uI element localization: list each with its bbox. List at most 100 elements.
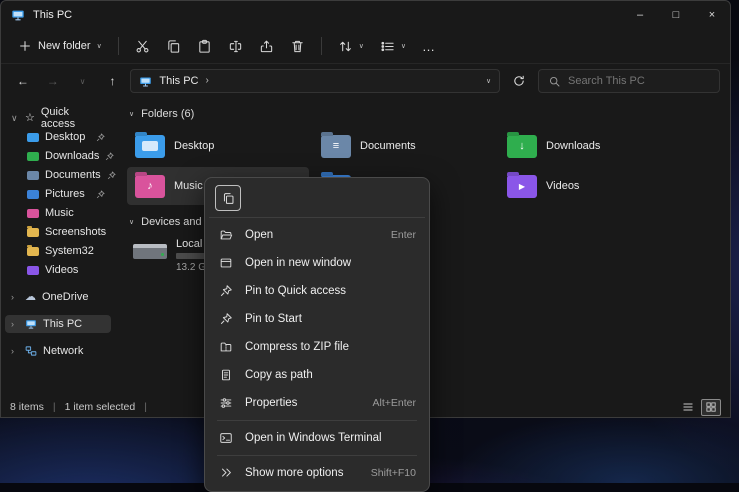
menu-item-label: Open in Windows Terminal <box>245 432 382 444</box>
view-button[interactable]: ∨ <box>373 34 413 59</box>
selection-count: 1 item selected <box>65 401 136 413</box>
copy-quick-button[interactable] <box>215 185 241 211</box>
folder-tile-videos[interactable]: ▶ Videos <box>499 167 681 205</box>
sidebar-item-screenshots[interactable]: Screenshots <box>5 223 111 241</box>
breadcrumb-chevron-icon[interactable]: › <box>206 76 209 86</box>
this-pc-icon <box>25 318 37 330</box>
details-view-button[interactable] <box>678 399 698 416</box>
pin-icon <box>96 190 105 199</box>
documents-icon <box>27 171 39 180</box>
title-bar: This PC – □ × <box>1 1 730 29</box>
sidebar-item-label: Documents <box>45 169 101 181</box>
command-bar: New folder ∨ ∨ ∨ … <box>1 29 730 64</box>
documents-folder-icon: ≡ <box>321 135 351 158</box>
up-button[interactable]: ↑ <box>101 69 125 93</box>
folder-icon <box>27 228 39 237</box>
recent-locations-button[interactable]: ∨ <box>71 69 95 93</box>
terminal-icon <box>218 431 234 445</box>
copy-path-icon <box>218 368 234 382</box>
menu-item-label: Copy as path <box>245 369 313 381</box>
copy-button[interactable] <box>159 34 188 59</box>
downloads-icon <box>27 152 39 161</box>
sidebar-item-system32[interactable]: System32 <box>5 242 111 260</box>
status-divider: | <box>53 401 56 413</box>
menu-item-copy-as-path[interactable]: Copy as path <box>209 361 425 389</box>
close-button[interactable]: × <box>694 1 730 29</box>
search-bar[interactable] <box>538 69 720 93</box>
menu-item-label: Open <box>245 229 273 241</box>
music-folder-icon: ♪ <box>135 175 165 198</box>
pin-icon <box>218 312 234 326</box>
sidebar-item-onedrive[interactable]: › ☁ OneDrive <box>5 288 111 306</box>
chevron-right-icon[interactable]: › <box>11 292 19 302</box>
sidebar-item-label: Desktop <box>45 131 85 143</box>
new-folder-button[interactable]: New folder ∨ <box>11 34 109 58</box>
maximize-button[interactable]: □ <box>658 1 694 29</box>
rename-button[interactable] <box>221 34 250 59</box>
paste-button[interactable] <box>190 34 219 59</box>
menu-item-compress-zip[interactable]: Compress to ZIP file <box>209 333 425 361</box>
menu-item-open-windows-terminal[interactable]: Open in Windows Terminal <box>209 424 425 452</box>
search-icon <box>548 75 561 88</box>
large-icons-view-button[interactable] <box>701 399 721 416</box>
sidebar-item-this-pc[interactable]: › This PC <box>5 315 111 333</box>
context-menu: Open Enter Open in new window Pin to Qui… <box>204 177 430 492</box>
sidebar-item-music[interactable]: Music <box>5 204 111 222</box>
tile-label: Downloads <box>546 140 600 152</box>
sidebar-item-documents[interactable]: Documents <box>5 166 111 184</box>
ellipsis-icon: … <box>422 39 436 54</box>
menu-item-open-new-window[interactable]: Open in new window <box>209 249 425 277</box>
sidebar-item-pictures[interactable]: Pictures <box>5 185 111 203</box>
hard-drive-icon <box>133 244 167 259</box>
item-count: 8 items <box>10 401 44 413</box>
navigation-pane: ∨ ☆ Quick access Desktop Downloads Docum… <box>1 98 115 397</box>
address-bar[interactable]: This PC › ∨ <box>130 69 500 93</box>
chevron-down-icon[interactable]: ∨ <box>129 219 134 226</box>
share-button[interactable] <box>252 34 281 59</box>
chevron-down-icon[interactable]: ∨ <box>129 111 134 118</box>
sidebar-item-network[interactable]: › Network <box>5 342 111 360</box>
minimize-button[interactable]: – <box>622 1 658 29</box>
status-divider: | <box>144 401 147 413</box>
navigation-bar: ← → ∨ ↑ This PC › ∨ <box>1 64 730 98</box>
folders-section-header[interactable]: ∨ Folders (6) <box>129 108 730 120</box>
trash-icon <box>290 39 305 54</box>
view-toggles <box>678 399 721 416</box>
menu-separator <box>217 420 417 421</box>
cloud-icon: ☁ <box>25 292 36 303</box>
delete-button[interactable] <box>283 34 312 59</box>
refresh-button[interactable] <box>506 69 532 93</box>
back-button[interactable]: ← <box>11 69 35 93</box>
menu-item-pin-quick-access[interactable]: Pin to Quick access <box>209 277 425 305</box>
chevron-down-icon: ∨ <box>97 43 102 50</box>
downloads-folder-icon: ↓ <box>507 135 537 158</box>
menu-item-properties[interactable]: Properties Alt+Enter <box>209 389 425 417</box>
folder-tile-desktop[interactable]: Desktop <box>127 127 309 165</box>
search-input[interactable] <box>568 75 710 87</box>
cut-button[interactable] <box>128 34 157 59</box>
folder-icon <box>27 247 39 256</box>
sidebar-item-desktop[interactable]: Desktop <box>5 128 111 146</box>
menu-item-open[interactable]: Open Enter <box>209 221 425 249</box>
menu-item-label: Pin to Start <box>245 313 302 325</box>
sidebar-item-quick-access[interactable]: ∨ ☆ Quick access <box>5 109 111 127</box>
sidebar-item-videos[interactable]: Videos <box>5 261 111 279</box>
sort-button[interactable]: ∨ <box>331 34 371 59</box>
menu-shortcut: Shift+F10 <box>371 467 416 479</box>
sidebar-gap <box>1 334 115 341</box>
forward-button[interactable]: → <box>41 69 65 93</box>
menu-item-label: Properties <box>245 397 297 409</box>
chevron-down-icon[interactable]: ∨ <box>11 113 19 124</box>
chevron-right-icon[interactable]: › <box>11 346 19 356</box>
address-dropdown-icon[interactable]: ∨ <box>486 78 491 85</box>
chevron-right-icon[interactable]: › <box>11 319 19 329</box>
sidebar-item-downloads[interactable]: Downloads <box>5 147 111 165</box>
menu-item-pin-start[interactable]: Pin to Start <box>209 305 425 333</box>
rename-icon <box>228 39 243 54</box>
open-icon <box>218 228 234 242</box>
breadcrumb-location[interactable]: This PC <box>159 75 198 87</box>
more-options-button[interactable]: … <box>415 34 443 59</box>
star-icon: ☆ <box>25 113 35 124</box>
folder-tile-downloads[interactable]: ↓ Downloads <box>499 127 681 165</box>
folder-tile-documents[interactable]: ≡ Documents <box>313 127 495 165</box>
